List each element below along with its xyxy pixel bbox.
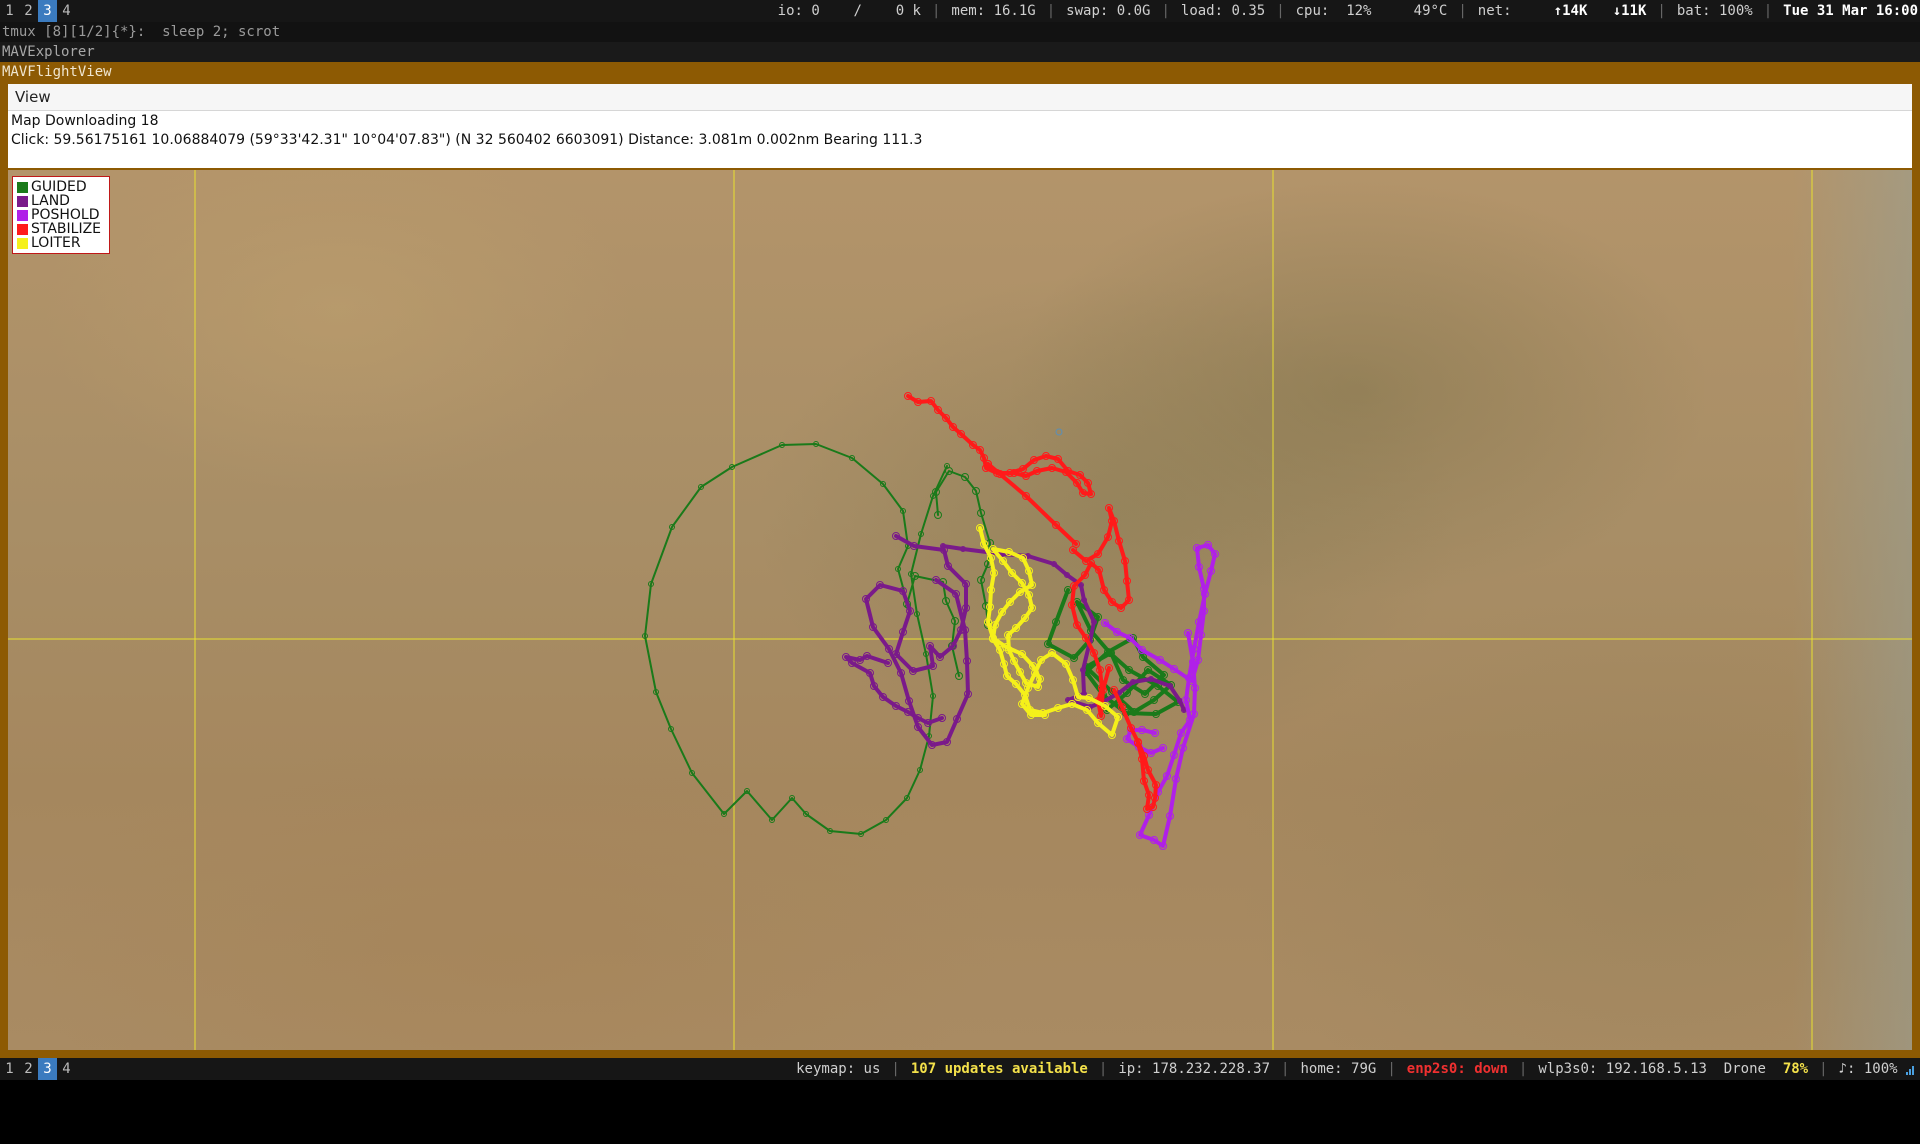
track-stabilize-1-points (904, 392, 1095, 498)
legend-item-stabilize: STABILIZE (13, 222, 109, 236)
legend-item-guided: GUIDED (13, 180, 109, 194)
legend-item-loiter: LOITER (13, 236, 109, 250)
mem-status: mem: 16.1G (951, 3, 1036, 19)
workspace-3[interactable]: 3 (38, 0, 57, 22)
flight-track-canvas[interactable] (8, 170, 1912, 1050)
bottom-status: keymap: us | 107 updates available | ip:… (796, 1061, 1920, 1077)
legend-label-guided: GUIDED (31, 179, 87, 195)
datetime: Tue 31 Mar 16:00 (1783, 3, 1918, 19)
flight-mode-legend: GUIDED LAND POSHOLD STABILIZE LOITER (12, 176, 110, 254)
battery-status: bat: 100% (1676, 3, 1753, 19)
window-frame-bottom (0, 1050, 1920, 1058)
io-value: 0 (811, 3, 820, 19)
legend-swatch-stabilize (17, 223, 28, 235)
wifi-status: wlp3s0: 192.168.5.13 (1538, 1061, 1707, 1077)
legend-label-stabilize: STABILIZE (31, 221, 102, 237)
flight-tracks (642, 392, 1219, 850)
map-view[interactable] (8, 170, 1912, 1050)
map-download-status: Map Downloading 18 (11, 113, 159, 129)
swap-status: swap: 0.0G (1066, 3, 1151, 19)
volume-bars-icon (1906, 1064, 1916, 1075)
tmux-status-line: tmux [8][1/2]{*}: sleep 2; scrot (0, 22, 1920, 42)
legend-label-land: LAND (31, 193, 70, 209)
legend-label-poshold: POSHOLD (31, 207, 100, 223)
net-label: net: (1477, 3, 1512, 19)
workspace-2[interactable]: 2 (19, 0, 38, 22)
legend-swatch-guided (17, 181, 28, 193)
track-land-3 (941, 544, 1186, 712)
workspace-1[interactable]: 1 (0, 0, 19, 22)
io-label: io: (777, 3, 803, 19)
net-down: ↓11K (1612, 3, 1647, 19)
track-stabilize-1 (906, 394, 1093, 496)
workspace-switcher-bottom[interactable]: 1 2 3 4 (0, 1058, 76, 1080)
window-title-mavexplorer[interactable]: MAVExplorer (0, 42, 1920, 62)
top-status-bar: 1 2 3 4 io: 0 / 0 k | mem: 16.1G | swap:… (0, 0, 1920, 22)
info-panel: Map Downloading 18 Click: 59.56175161 10… (8, 111, 1912, 168)
wifi-signal: 78% (1782, 1061, 1809, 1077)
bottom-status-bar: 1 2 3 4 keymap: us | 107 updates availab… (0, 1058, 1920, 1080)
load-status: load: 0.35 (1180, 3, 1266, 19)
temp-status: 49°C (1413, 3, 1448, 19)
io-value2: 0 k (895, 3, 921, 19)
ip-status: ip: 178.232.228.37 (1118, 1061, 1271, 1077)
volume-status: ♪: 100% (1838, 1061, 1898, 1077)
track-stabilize-3-points (1068, 504, 1133, 720)
wifi-ssid: Drone (1723, 1061, 1766, 1077)
workspace-4-bottom[interactable]: 4 (57, 1058, 76, 1080)
home-disk-status: home: 79G (1300, 1061, 1377, 1077)
legend-swatch-loiter (17, 237, 28, 249)
system-status: io: 0 / 0 k | mem: 16.1G | swap: 0.0G | … (777, 3, 1918, 19)
workspace-4[interactable]: 4 (57, 0, 76, 22)
workspace-switcher[interactable]: 1 2 3 4 (0, 0, 76, 22)
net-up: ↑14K (1553, 3, 1588, 19)
legend-swatch-land (17, 195, 28, 207)
menu-view[interactable]: View (8, 84, 58, 110)
workspace-3-bottom[interactable]: 3 (38, 1058, 57, 1080)
window-title-mavflightview[interactable]: MAVFlightView (0, 62, 1920, 82)
track-stabilize-2 (986, 462, 1078, 546)
legend-label-loiter: LOITER (31, 235, 81, 251)
legend-swatch-poshold (17, 209, 28, 221)
menu-bar: View (8, 84, 1912, 111)
workspace-2-bottom[interactable]: 2 (19, 1058, 38, 1080)
cpu-status: cpu: 12% (1295, 3, 1372, 19)
io-sep: / (853, 3, 862, 19)
click-info: Click: 59.56175161 10.06884079 (59°33'42… (11, 132, 923, 148)
click-marker (1055, 428, 1063, 436)
legend-item-poshold: POSHOLD (13, 208, 109, 222)
updates-status: 107 updates available (910, 1061, 1088, 1077)
workspace-1-bottom[interactable]: 1 (0, 1058, 19, 1080)
ethernet-status: enp2s0: down (1406, 1061, 1508, 1077)
legend-item-land: LAND (13, 194, 109, 208)
keymap-status: keymap: us (796, 1061, 881, 1077)
